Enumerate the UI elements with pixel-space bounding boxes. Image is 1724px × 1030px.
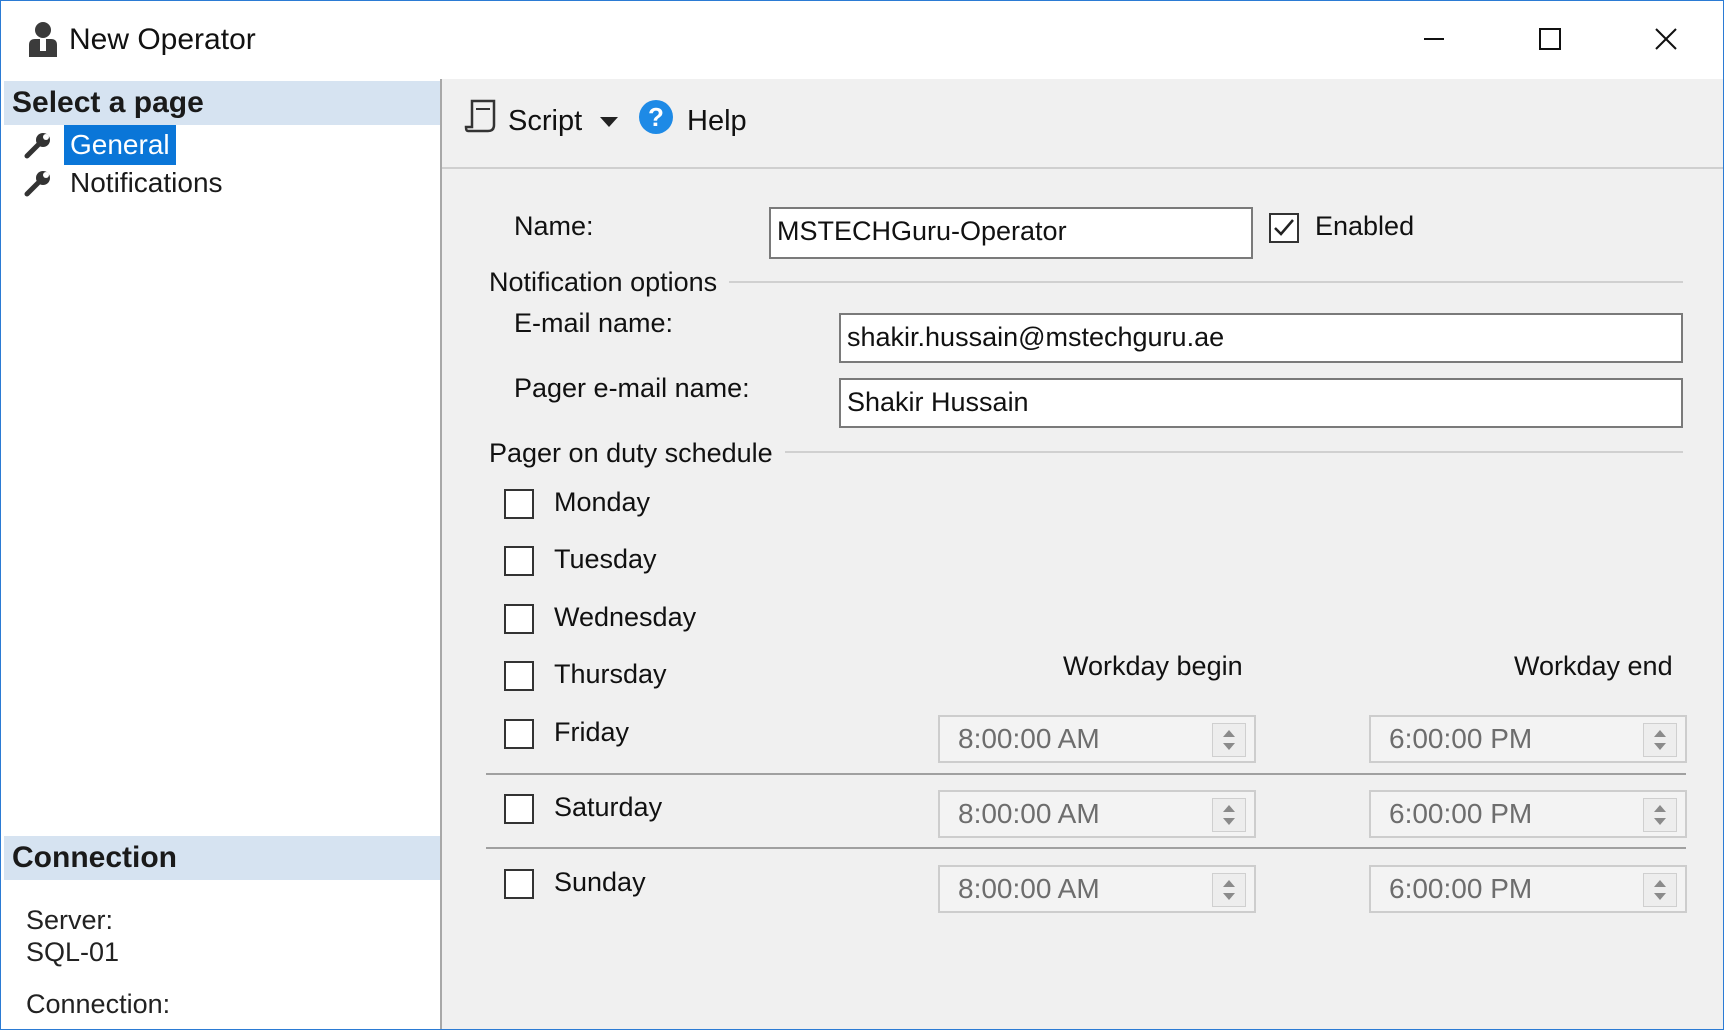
pager-schedule-separator: [785, 451, 1683, 453]
sunday-checkbox-row[interactable]: Sunday: [504, 865, 754, 905]
monday-checkbox[interactable]: [504, 489, 534, 519]
spin-arrows-icon[interactable]: [1643, 798, 1677, 832]
server-value: SQL-01: [26, 937, 120, 967]
saturday-begin-time-picker[interactable]: 8:00:00 AM: [938, 790, 1256, 838]
wednesday-checkbox[interactable]: [504, 604, 534, 634]
friday-checkbox[interactable]: [504, 719, 534, 749]
sidebar-item-label: Notifications: [70, 167, 223, 198]
saturday-separator: [486, 773, 1686, 775]
window-title: New Operator: [69, 23, 256, 56]
maximize-button[interactable]: [1492, 1, 1608, 77]
weekday-end-time-picker[interactable]: 6:00:00 PM: [1369, 715, 1687, 763]
title-bar: New Operator: [1, 1, 1723, 79]
close-button[interactable]: [1608, 1, 1723, 77]
enabled-label: Enabled: [1315, 211, 1415, 241]
name-label: Name:: [514, 211, 594, 241]
weekday-begin-time-picker[interactable]: 8:00:00 AM: [938, 715, 1256, 763]
pager-email-label: Pager e-mail name:: [514, 373, 750, 403]
sunday-end-time-picker[interactable]: 6:00:00 PM: [1369, 865, 1687, 913]
saturday-end-value: 6:00:00 PM: [1389, 798, 1533, 829]
thursday-checkbox[interactable]: [504, 661, 534, 691]
operator-user-icon: [29, 22, 57, 57]
server-label: Server:: [26, 905, 114, 935]
sunday-end-value: 6:00:00 PM: [1389, 873, 1533, 904]
wrench-icon: [24, 171, 50, 197]
spin-arrows-icon[interactable]: [1643, 873, 1677, 907]
tuesday-label: Tuesday: [554, 544, 657, 574]
spin-arrows-icon[interactable]: [1212, 798, 1246, 832]
minimize-button[interactable]: [1376, 1, 1492, 77]
toolbar: Script ? Help: [442, 79, 1723, 169]
checkmark-icon: [1274, 219, 1294, 236]
new-operator-window: New Operator Select a page General Notif…: [0, 0, 1724, 1030]
spin-arrows-icon[interactable]: [1643, 723, 1677, 757]
help-icon[interactable]: ?: [638, 99, 674, 135]
spin-arrows-icon[interactable]: [1212, 723, 1246, 757]
monday-checkbox-row[interactable]: Monday: [504, 485, 754, 525]
wednesday-checkbox-row[interactable]: Wednesday: [504, 600, 754, 640]
workday-end-label: Workday end: [1514, 651, 1673, 681]
thursday-label: Thursday: [554, 659, 667, 689]
saturday-checkbox-row[interactable]: Saturday: [504, 790, 754, 830]
sidebar-item-label: General: [64, 125, 176, 165]
friday-checkbox-row[interactable]: Friday: [504, 715, 754, 755]
tuesday-checkbox-row[interactable]: Tuesday: [504, 542, 754, 582]
script-button[interactable]: Script: [508, 105, 582, 138]
weekday-end-value: 6:00:00 PM: [1389, 723, 1533, 754]
page-selector-sidebar: Select a page General Notifications Conn…: [4, 79, 442, 1029]
sunday-label: Sunday: [554, 867, 646, 897]
minimize-icon: [1424, 38, 1444, 40]
email-label: E-mail name:: [514, 308, 674, 338]
sunday-checkbox[interactable]: [504, 869, 534, 899]
sunday-begin-time-picker[interactable]: 8:00:00 AM: [938, 865, 1256, 913]
enabled-checkbox[interactable]: [1269, 213, 1299, 243]
notification-options-label: Notification options: [489, 267, 718, 297]
sidebar-item-notifications[interactable]: Notifications: [20, 163, 320, 203]
saturday-label: Saturday: [554, 792, 663, 822]
help-button[interactable]: Help: [687, 105, 747, 138]
spin-arrows-icon[interactable]: [1212, 873, 1246, 907]
monday-label: Monday: [554, 487, 651, 517]
sunday-begin-value: 8:00:00 AM: [958, 873, 1100, 904]
thursday-checkbox-row[interactable]: Thursday: [504, 657, 754, 697]
script-dropdown-arrow-icon[interactable]: [599, 115, 619, 129]
name-input[interactable]: MSTECHGuru-Operator: [769, 207, 1253, 259]
notification-options-separator: [729, 281, 1683, 283]
tuesday-checkbox[interactable]: [504, 546, 534, 576]
workday-begin-label: Workday begin: [1063, 651, 1243, 681]
sunday-separator: [486, 847, 1686, 849]
friday-label: Friday: [554, 717, 630, 747]
pager-schedule-label: Pager on duty schedule: [489, 438, 773, 468]
svg-text:?: ?: [648, 102, 664, 132]
saturday-end-time-picker[interactable]: 6:00:00 PM: [1369, 790, 1687, 838]
script-icon[interactable]: [464, 99, 498, 135]
wrench-icon: [24, 133, 50, 159]
close-icon: [1655, 28, 1677, 50]
connection-header: Connection: [4, 836, 440, 880]
sidebar-item-general[interactable]: General: [20, 125, 320, 165]
weekday-begin-value: 8:00:00 AM: [958, 723, 1100, 754]
select-page-header: Select a page: [4, 81, 440, 125]
wednesday-label: Wednesday: [554, 602, 697, 632]
connection-label: Connection:: [26, 989, 171, 1019]
saturday-checkbox[interactable]: [504, 794, 534, 824]
saturday-begin-value: 8:00:00 AM: [958, 798, 1100, 829]
maximize-icon: [1539, 28, 1561, 50]
email-input[interactable]: shakir.hussain@mstechguru.ae: [839, 313, 1683, 363]
pager-email-input[interactable]: Shakir Hussain: [839, 378, 1683, 428]
